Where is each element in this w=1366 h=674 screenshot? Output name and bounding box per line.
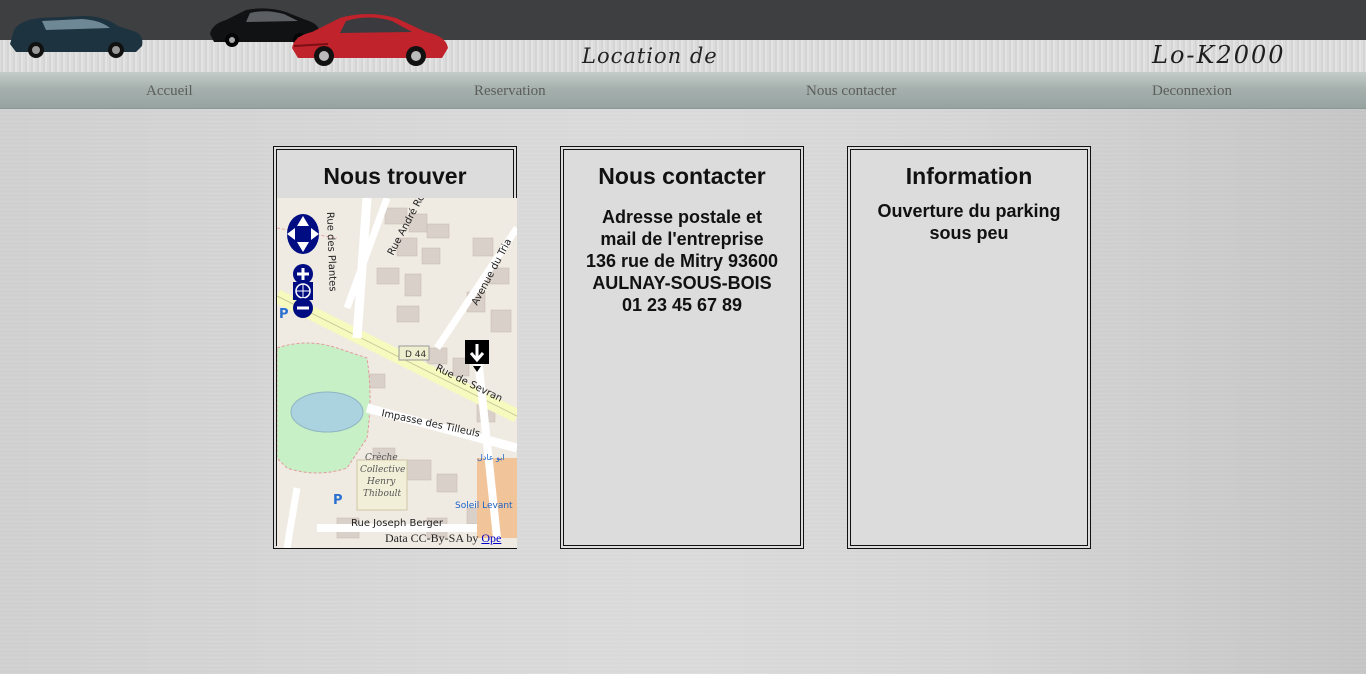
map-zoom-out-icon[interactable] [293, 298, 313, 318]
map-controls [287, 214, 319, 318]
nav-item-accueil[interactable]: Accueil [146, 72, 193, 108]
information-line: Ouverture du parking [877, 201, 1061, 221]
map-zoom-in-icon[interactable] [293, 264, 313, 284]
nav-item-deconnexion[interactable]: Deconnexion [1152, 72, 1232, 108]
road-shield-label: D 44 [405, 350, 427, 360]
contact-address: 136 rue de Mitry 93600 [585, 251, 779, 271]
site-logo[interactable]: Lo-K2000 [1152, 38, 1302, 70]
nav-item-reservation[interactable]: Reservation [474, 72, 546, 108]
contact-line: Adresse postale et [601, 207, 763, 227]
map-view[interactable]: Rue des Plantes Rue André Ro Avenue du T… [277, 198, 517, 548]
poi-label: Crèche [365, 452, 398, 463]
contact-title: Nous contacter [598, 163, 766, 189]
contact-details: Adresse postale et mail de l'entreprise … [564, 206, 800, 316]
information-details: Ouverture du parking sous peu [851, 200, 1087, 244]
shop-arabic-label: ابو عادل [477, 453, 505, 462]
contact-phone: 01 23 45 67 89 [621, 295, 743, 315]
information-panel: Information Ouverture du parking sous pe… [847, 146, 1091, 549]
map-pan-icon[interactable] [287, 214, 319, 254]
poi-label: Henry [366, 477, 396, 487]
poi-label: Collective [360, 465, 405, 475]
information-line: sous peu [929, 223, 1009, 243]
main-nav: Accueil Reservation Nous contacter Decon… [0, 72, 1366, 109]
street-label: Rue Joseph Berger [351, 518, 444, 529]
suv-car-image [10, 16, 143, 58]
sedan-red-image [292, 14, 448, 66]
contact-line: mail de l'entreprise [600, 229, 764, 249]
map-attribution-link[interactable]: Ope [481, 531, 501, 545]
site-header: Location de voitures Lo-K2000 [0, 0, 1366, 100]
information-title: Information [905, 163, 1033, 189]
nav-item-nous-contacter[interactable]: Nous contacter [806, 72, 896, 108]
poi-label: Thiboult [363, 489, 402, 499]
shop-label: Soleil Levant [455, 501, 513, 511]
site-tagline: Location de voitures [582, 44, 718, 100]
contact-city: AULNAY-SOUS-BOIS [592, 273, 772, 293]
contact-panel: Nous contacter Adresse postale et mail d… [560, 146, 804, 549]
map-attribution: Data CC-By-SA by Ope [385, 531, 501, 546]
map-globe-icon[interactable] [293, 282, 313, 300]
find-us-panel: Nous trouver Rue des Plantes Rue André R… [273, 146, 517, 549]
parking-icon: P [333, 493, 343, 508]
header-dark-band [0, 0, 1366, 40]
map-attribution-text: Data CC-By-SA by [385, 531, 482, 545]
find-us-title: Nous trouver [323, 163, 467, 189]
